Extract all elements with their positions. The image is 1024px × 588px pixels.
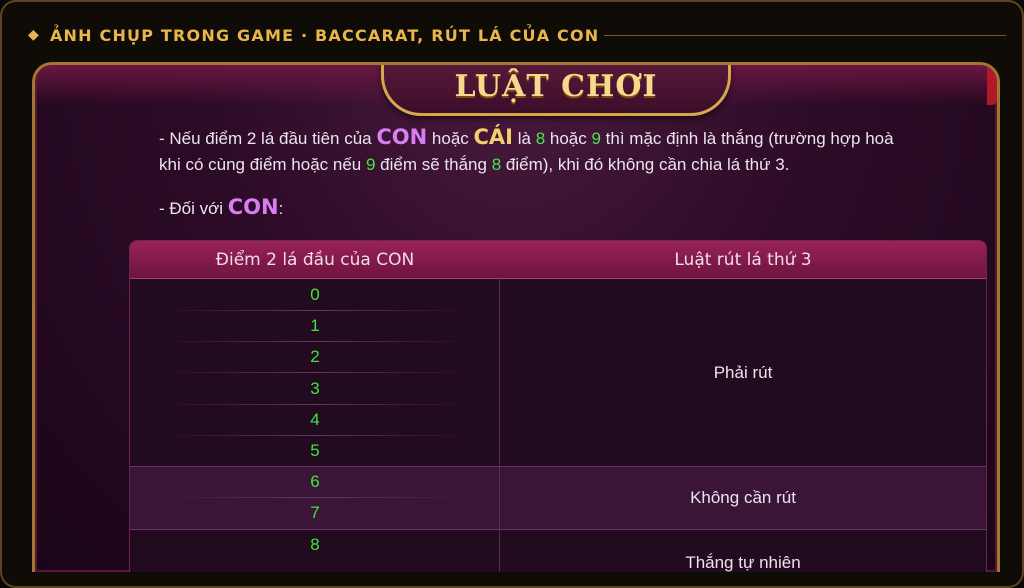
caption-divider — [604, 35, 1006, 36]
rule-text: hoặc — [545, 129, 592, 148]
rule-no-draw: Không cần rút — [690, 487, 796, 507]
rule-must-draw: Phải rút — [713, 362, 773, 382]
table-row: 0 — [310, 284, 320, 304]
table-row: 7 — [310, 502, 320, 522]
table-header: Điểm 2 lá đầu của CON Luật rút lá thứ 3 — [130, 241, 986, 279]
rule-line-1: - Nếu điểm 2 lá đầu tiên của CON hoặc CÁ… — [159, 123, 894, 153]
rule-line-3: - Đối với CON: — [159, 193, 283, 223]
rule-text: hoặc — [427, 129, 474, 148]
keyword-cai: CÁI — [473, 125, 513, 149]
table-row: 4 — [310, 409, 320, 429]
table-row: 3 — [310, 378, 320, 398]
rule-natural-win: Thắng tự nhiên — [685, 553, 801, 572]
rules-panel: LUẬT CHƠI - Nếu điểm 2 lá đầu tiên của C… — [32, 62, 1000, 572]
table-row: 2 — [310, 346, 320, 366]
draw-rules-table: Điểm 2 lá đầu của CON Luật rút lá thứ 3 … — [129, 240, 987, 572]
keyword-con: CON — [376, 125, 428, 149]
rule-text: - Đối với — [159, 199, 228, 218]
rule-text: là — [513, 129, 536, 148]
rule-text: khi có cùng điểm hoặc nếu — [159, 155, 366, 174]
close-button[interactable] — [987, 65, 997, 105]
caption-text: ẢNH CHỤP TRONG GAME · BACCARAT, RÚT LÁ C… — [49, 25, 600, 45]
header-rule: Luật rút lá thứ 3 — [674, 249, 812, 270]
number-8: 8 — [535, 129, 546, 148]
table-row: 8 — [310, 534, 320, 554]
screenshot-frame: ◆ ẢNH CHỤP TRONG GAME · BACCARAT, RÚT LÁ… — [0, 0, 1024, 588]
rule-text: : — [278, 199, 284, 218]
rule-line-2: khi có cùng điểm hoặc nếu 9 điểm sẽ thắn… — [159, 151, 789, 179]
caption: ◆ ẢNH CHỤP TRONG GAME · BACCARAT, RÚT LÁ… — [28, 23, 599, 47]
rule-text: - Nếu điểm 2 lá đầu tiên của — [159, 129, 377, 148]
number-8: 8 — [491, 155, 502, 174]
panel-title: LUẬT CHƠI — [454, 68, 658, 104]
title-plate: LUẬT CHƠI — [381, 65, 731, 116]
number-9: 9 — [591, 129, 601, 148]
table-row: 1 — [310, 315, 320, 335]
table-row: 6 — [310, 471, 320, 491]
diamond-icon: ◆ — [28, 27, 40, 43]
keyword-con: CON — [227, 195, 279, 219]
table-row: 5 — [310, 440, 320, 460]
header-score: Điểm 2 lá đầu của CON — [215, 249, 415, 270]
rule-text: thì mặc định là thắng (trường hợp hoà — [600, 129, 894, 148]
rule-text: điểm sẽ thắng — [375, 155, 492, 174]
rule-text: điểm), khi đó không cần chia lá thứ 3. — [501, 155, 790, 174]
